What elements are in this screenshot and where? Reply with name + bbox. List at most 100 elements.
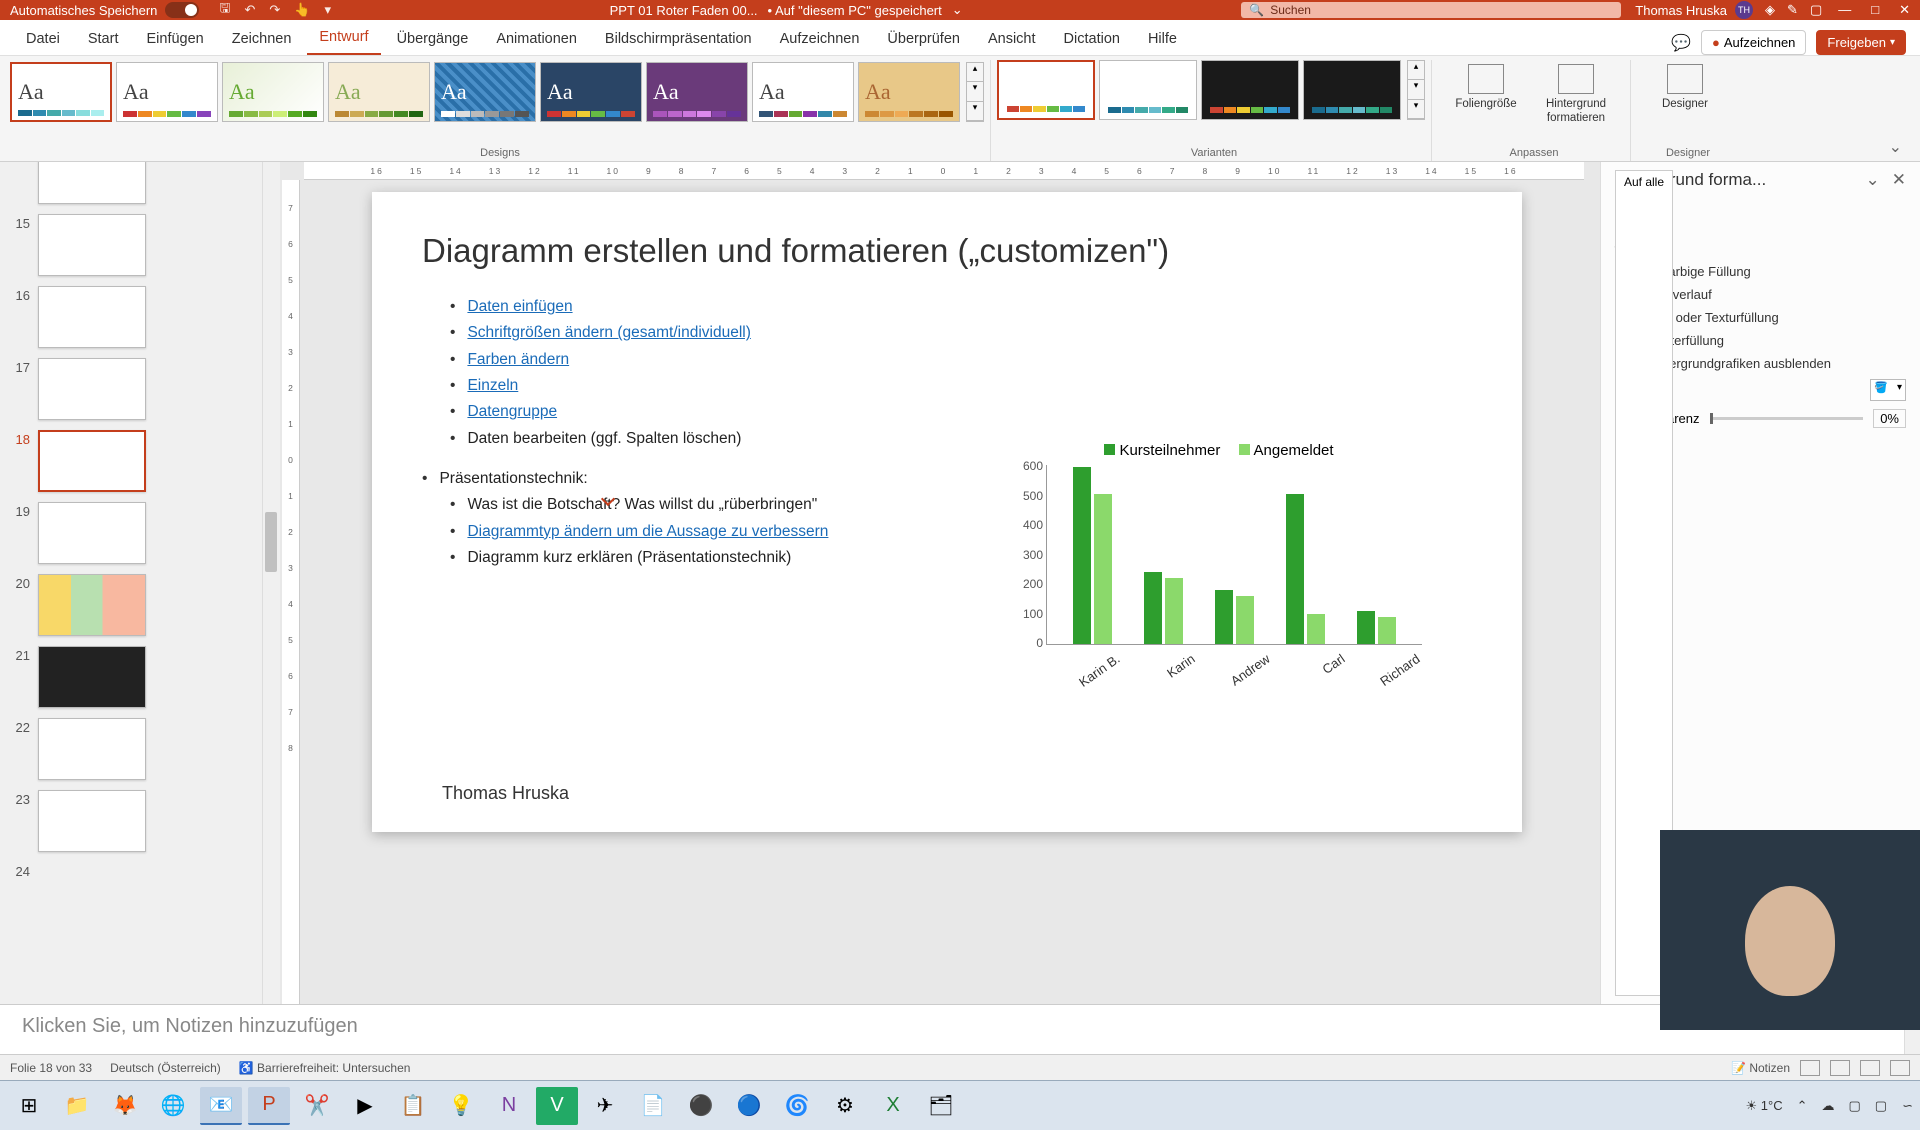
explorer-icon[interactable]: 📁 xyxy=(56,1087,98,1125)
chrome-icon[interactable]: 🌐 xyxy=(152,1087,194,1125)
tab-uebergaenge[interactable]: Übergänge xyxy=(385,23,481,55)
share-button[interactable]: Freigeben▾ xyxy=(1816,30,1906,55)
app-icon-v[interactable]: V xyxy=(536,1087,578,1125)
color-picker[interactable] xyxy=(1870,379,1906,401)
save-location[interactable]: • Auf "diesem PC" gespeichert xyxy=(768,3,942,18)
theme-8[interactable]: Aa xyxy=(752,62,854,122)
thumb-15[interactable] xyxy=(38,214,146,276)
collapse-ribbon-icon[interactable]: ⌄ xyxy=(1881,133,1910,161)
snip-icon[interactable]: ✂️ xyxy=(296,1087,338,1125)
language-status[interactable]: Deutsch (Österreich) xyxy=(110,1061,221,1075)
tray-logo-icon[interactable]: ∽ xyxy=(1901,1098,1912,1114)
format-background-button[interactable]: Hintergrund formatieren xyxy=(1536,64,1616,126)
pen-icon[interactable]: ✎ xyxy=(1787,2,1798,18)
app-icon-6[interactable]: 🗂 xyxy=(920,1087,962,1125)
tab-entwurf[interactable]: Entwurf xyxy=(307,21,380,55)
transparency-value[interactable]: 0% xyxy=(1873,409,1906,428)
window-icon[interactable]: ▢ xyxy=(1810,2,1822,18)
minimize-button[interactable]: ― xyxy=(1838,2,1851,18)
chart[interactable]: Kursteilnehmer Angemeldet 60050040030020… xyxy=(1002,442,1422,702)
notes-toggle[interactable]: 📝 Notizen xyxy=(1731,1061,1790,1075)
qat-more-icon[interactable]: ▾ xyxy=(325,2,332,18)
accessibility-status[interactable]: ♿ Barrierefreiheit: Untersuchen xyxy=(239,1061,411,1075)
tab-ansicht[interactable]: Ansicht xyxy=(976,23,1048,55)
theme-2[interactable]: Aa xyxy=(116,62,218,122)
normal-view-icon[interactable] xyxy=(1800,1060,1820,1076)
tab-bildschirmpraesentation[interactable]: Bildschirmpräsentation xyxy=(593,23,764,55)
thumb-21[interactable] xyxy=(38,646,146,708)
variants-scroll[interactable]: ▴▾▾ xyxy=(1407,60,1425,120)
variant-1[interactable] xyxy=(997,60,1095,120)
tab-einfuegen[interactable]: Einfügen xyxy=(134,23,215,55)
theme-3[interactable]: Aa xyxy=(222,62,324,122)
slide-size-button[interactable]: Foliengröße xyxy=(1446,64,1526,112)
onenote-icon[interactable]: N xyxy=(488,1087,530,1125)
theme-1[interactable]: Aa xyxy=(10,62,112,122)
tab-start[interactable]: Start xyxy=(76,23,131,55)
sorter-view-icon[interactable] xyxy=(1830,1060,1850,1076)
excel-icon[interactable]: X xyxy=(872,1087,914,1125)
maximize-button[interactable]: □ xyxy=(1871,2,1879,18)
tray-icon-2[interactable]: ▢ xyxy=(1875,1098,1887,1114)
tab-hilfe[interactable]: Hilfe xyxy=(1136,23,1189,55)
app-icon-5[interactable]: 🌀 xyxy=(776,1087,818,1125)
settings-icon[interactable]: ⚙ xyxy=(824,1087,866,1125)
panel-close-icon[interactable]: ✕ xyxy=(1892,170,1906,190)
comments-icon[interactable]: 💬 xyxy=(1671,33,1691,53)
app-icon-1[interactable]: 📋 xyxy=(392,1087,434,1125)
thumb-14-partial[interactable] xyxy=(38,162,146,204)
theme-6[interactable]: Aa xyxy=(540,62,642,122)
close-button[interactable]: ✕ xyxy=(1899,2,1910,18)
save-icon[interactable]: 🖫 xyxy=(219,0,230,21)
reading-view-icon[interactable] xyxy=(1860,1060,1880,1076)
variant-4[interactable] xyxy=(1303,60,1401,120)
app-icon-3[interactable]: 📄 xyxy=(632,1087,674,1125)
redo-icon[interactable]: ↷ xyxy=(269,2,280,18)
theme-5[interactable]: Aa xyxy=(434,62,536,122)
record-button[interactable]: Aufzeichnen xyxy=(1701,30,1806,55)
obs-icon[interactable]: ⚫ xyxy=(680,1087,722,1125)
weather-widget[interactable]: ☀ 1°C xyxy=(1745,1098,1782,1114)
thumb-19[interactable] xyxy=(38,502,146,564)
thumb-17[interactable] xyxy=(38,358,146,420)
app-icon-2[interactable]: 💡 xyxy=(440,1087,482,1125)
firefox-icon[interactable]: 🦊 xyxy=(104,1087,146,1125)
thumb-22[interactable] xyxy=(38,718,146,780)
touch-mode-icon[interactable]: 👆 xyxy=(294,2,310,18)
undo-icon[interactable]: ↶ xyxy=(245,2,256,18)
designer-button[interactable]: Designer xyxy=(1645,64,1725,112)
slide-canvas[interactable]: Diagramm erstellen und formatieren („cus… xyxy=(372,192,1522,832)
tab-aufzeichnen[interactable]: Aufzeichnen xyxy=(768,23,872,55)
powerpoint-icon[interactable]: P xyxy=(248,1087,290,1125)
variant-3[interactable] xyxy=(1201,60,1299,120)
file-name[interactable]: PPT 01 Roter Faden 00... xyxy=(610,3,758,18)
diamond-icon[interactable]: ◈ xyxy=(1765,2,1775,18)
themes-scroll[interactable]: ▴▾▾ xyxy=(966,62,984,122)
slide-title[interactable]: Diagramm erstellen und formatieren („cus… xyxy=(422,232,1472,270)
tray-chevron-icon[interactable]: ⌃ xyxy=(1797,1098,1808,1114)
tab-ueberpruefen[interactable]: Überprüfen xyxy=(875,23,972,55)
slideshow-view-icon[interactable] xyxy=(1890,1060,1910,1076)
vlc-icon[interactable]: ▶ xyxy=(344,1087,386,1125)
user-account[interactable]: Thomas Hruska TH xyxy=(1635,1,1753,19)
slide-position[interactable]: Folie 18 von 33 xyxy=(10,1061,92,1075)
tray-icon-1[interactable]: ▢ xyxy=(1849,1098,1861,1114)
transparency-slider[interactable] xyxy=(1710,417,1864,420)
tab-animationen[interactable]: Animationen xyxy=(484,23,589,55)
start-button[interactable]: ⊞ xyxy=(8,1087,50,1125)
autosave-toggle[interactable] xyxy=(165,2,199,18)
tab-zeichnen[interactable]: Zeichnen xyxy=(220,23,304,55)
tab-datei[interactable]: Datei xyxy=(14,23,72,55)
thumb-20[interactable] xyxy=(38,574,146,636)
panel-dropdown-icon[interactable]: ⌄ xyxy=(1866,170,1880,190)
theme-7[interactable]: Aa xyxy=(646,62,748,122)
search-box[interactable]: 🔍 Suchen xyxy=(1241,2,1621,18)
thumb-18[interactable] xyxy=(38,430,146,492)
outlook-icon[interactable]: 📧 xyxy=(200,1087,242,1125)
tray-onedrive-icon[interactable]: ☁ xyxy=(1822,1098,1835,1114)
telegram-icon[interactable]: ✈ xyxy=(584,1087,626,1125)
variant-2[interactable] xyxy=(1099,60,1197,120)
theme-4[interactable]: Aa xyxy=(328,62,430,122)
title-dropdown-icon[interactable]: ⌄ xyxy=(952,2,963,18)
thumbs-scrollbar[interactable] xyxy=(262,162,280,1004)
